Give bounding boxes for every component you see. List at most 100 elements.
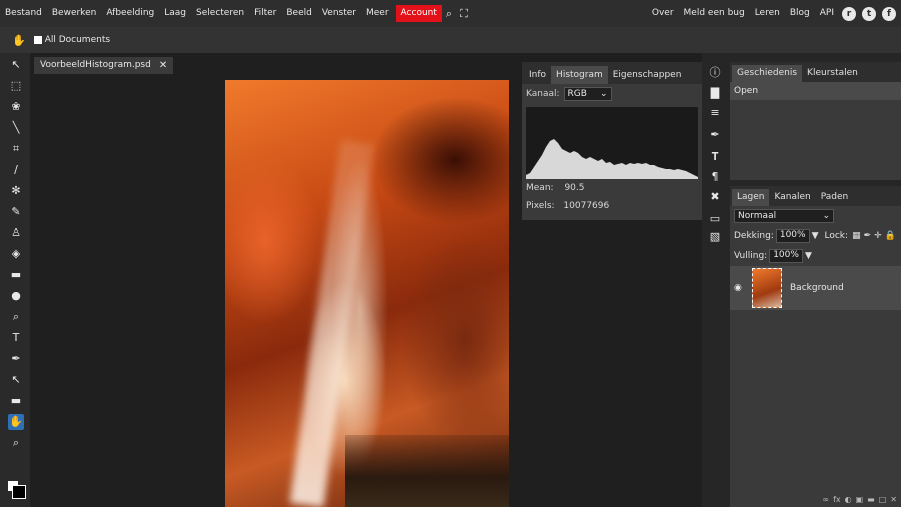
menu-afbeelding[interactable]: Afbeelding xyxy=(101,5,159,22)
mean-stat: Mean: 90.5 xyxy=(522,179,702,197)
document-tab[interactable]: VoorbeeldHistogram.psd ✕ xyxy=(34,57,174,74)
trash-icon[interactable]: ✕ xyxy=(890,495,897,504)
pen-tool-icon[interactable]: ✒ xyxy=(8,351,24,367)
type-tool-icon[interactable]: T xyxy=(8,330,24,346)
channel-select[interactable]: RGB ⌄ xyxy=(563,87,612,101)
path-select-tool-icon[interactable]: ↖ xyxy=(8,372,24,388)
opacity-input[interactable]: 100% xyxy=(775,229,810,243)
fill-input[interactable]: 100% xyxy=(769,249,803,263)
menu-blog[interactable]: Blog xyxy=(785,5,815,22)
menu-venster[interactable]: Venster xyxy=(317,5,361,22)
menu-bestand[interactable]: Bestand xyxy=(0,5,47,22)
histogram-curve xyxy=(526,139,698,179)
properties-icon[interactable]: ≡ xyxy=(707,105,723,121)
gradient-tool-icon[interactable]: ▬ xyxy=(8,267,24,283)
document-title: VoorbeeldHistogram.psd xyxy=(40,60,151,70)
menu-meld-bug[interactable]: Meld een bug xyxy=(679,5,750,22)
menu-api[interactable]: API xyxy=(815,5,839,22)
image-icon[interactable]: ▧ xyxy=(707,229,723,245)
crop-tool-icon[interactable]: ⌗ xyxy=(8,141,24,157)
lock-all-icon[interactable]: 🔒 xyxy=(885,231,896,241)
lock-move-icon[interactable]: ✛ xyxy=(874,231,882,241)
marquee-tool-icon[interactable]: ⬚ xyxy=(8,78,24,94)
dodge-tool-icon[interactable]: ⌕ xyxy=(8,309,24,325)
tab-eigenschappen[interactable]: Eigenschappen xyxy=(608,66,687,84)
blend-mode-select[interactable]: Normaal ⌄ xyxy=(734,209,834,223)
tab-paden[interactable]: Paden xyxy=(816,189,854,206)
lasso-tool-icon[interactable]: ❀ xyxy=(8,99,24,115)
canvas-image[interactable] xyxy=(225,80,509,507)
mean-value: 90.5 xyxy=(564,183,585,193)
shape-tool-icon[interactable]: ▬ xyxy=(8,393,24,409)
histogram-panel-tabs: Info Histogram Eigenschappen xyxy=(522,62,702,84)
facebook-icon[interactable]: f xyxy=(882,6,896,21)
tab-histogram[interactable]: Histogram xyxy=(551,66,608,84)
hand-tool-icon[interactable]: ✋ xyxy=(8,414,24,430)
menu-beeld[interactable]: Beeld xyxy=(281,5,316,22)
menu-bewerken[interactable]: Bewerken xyxy=(47,5,101,22)
brush-settings-icon[interactable]: ✒ xyxy=(707,127,723,143)
layer-name: Background xyxy=(790,283,844,293)
tab-geschiedenis[interactable]: Geschiedenis xyxy=(732,65,803,82)
tab-lagen[interactable]: Lagen xyxy=(732,189,770,206)
mean-label: Mean: xyxy=(526,183,554,193)
layer-row[interactable]: ◉ Background xyxy=(730,266,901,310)
folder-icon[interactable]: ▬ xyxy=(867,495,875,504)
character-icon[interactable]: 𝐓 xyxy=(707,149,723,165)
heal-tool-icon[interactable]: ✻ xyxy=(8,183,24,199)
lock-paint-icon[interactable]: ✒ xyxy=(864,231,872,241)
paragraph-icon[interactable]: ¶ xyxy=(707,169,723,185)
close-icon[interactable]: ✕ xyxy=(159,57,167,74)
menu-over[interactable]: Over xyxy=(647,5,679,22)
toolbar: ↖ ⬚ ❀ ╲ ⌗ ∕ ✻ ✎ ♙ ◈ ▬ ● ⌕ T ✒ ↖ ▬ ✋ ⌕ xyxy=(0,53,30,507)
zoom-tool-icon[interactable]: ⌕ xyxy=(8,435,24,451)
fill-label: Vulling: xyxy=(734,251,768,261)
tab-info[interactable]: Info xyxy=(524,66,551,84)
brush-tool-icon[interactable]: ✎ xyxy=(8,204,24,220)
tab-kleurstalen[interactable]: Kleurstalen xyxy=(802,65,863,82)
hand-tool-icon: ✋ xyxy=(12,33,26,47)
account-button[interactable]: Account xyxy=(395,5,442,22)
mask-icon[interactable]: ▣ xyxy=(856,495,864,504)
css-icon[interactable]: ▭ xyxy=(707,211,723,227)
history-panel-tabs: Geschiedenis Kleurstalen xyxy=(730,62,901,82)
all-documents-label: All Documents xyxy=(44,35,111,45)
lock-transparency-icon[interactable]: ▦ xyxy=(852,231,861,241)
history-item[interactable]: Open xyxy=(730,82,901,100)
tab-kanalen[interactable]: Kanalen xyxy=(769,189,815,206)
adjustment-icon[interactable]: ◐ xyxy=(845,495,852,504)
chevron-down-icon[interactable]: ▼ xyxy=(805,251,812,261)
reddit-icon[interactable]: r xyxy=(842,6,856,21)
channel-value: RGB xyxy=(567,89,587,99)
channel-label: Kanaal: xyxy=(526,89,560,99)
lock-label: Lock: xyxy=(824,231,849,241)
menu-meer[interactable]: Meer xyxy=(361,5,394,22)
menu-filter[interactable]: Filter xyxy=(249,5,281,22)
wand-tool-icon[interactable]: ╲ xyxy=(8,120,24,136)
menu-selecteren[interactable]: Selecteren xyxy=(191,5,249,22)
eyedropper-tool-icon[interactable]: ∕ xyxy=(8,162,24,178)
foreground-color-swatch[interactable] xyxy=(12,485,26,499)
pixels-label: Pixels: xyxy=(526,201,555,211)
channel-row: Kanaal: RGB ⌄ xyxy=(522,84,702,104)
move-tool-icon[interactable]: ↖ xyxy=(8,57,24,73)
menu-laag[interactable]: Laag xyxy=(159,5,191,22)
all-documents-checkbox[interactable] xyxy=(33,36,42,44)
chevron-down-icon[interactable]: ▼ xyxy=(812,231,819,241)
chevron-down-icon: ⌄ xyxy=(822,211,830,221)
eraser-tool-icon[interactable]: ◈ xyxy=(8,246,24,262)
blur-tool-icon[interactable]: ● xyxy=(8,288,24,304)
info-icon[interactable]: ⓘ xyxy=(707,65,723,81)
menu-leren[interactable]: Leren xyxy=(750,5,785,22)
fullscreen-icon[interactable]: ⛶ xyxy=(456,7,472,21)
stamp-tool-icon[interactable]: ♙ xyxy=(8,225,24,241)
layer-thumbnail xyxy=(752,268,782,308)
tools-icon[interactable]: ✖ xyxy=(707,189,723,205)
search-icon[interactable]: ⌕ xyxy=(442,7,456,21)
twitter-icon[interactable]: t xyxy=(862,6,876,21)
effects-icon[interactable]: fx xyxy=(833,495,841,504)
link-icon[interactable]: ∞ xyxy=(822,495,829,504)
new-layer-icon[interactable]: □ xyxy=(879,495,887,504)
histogram-icon[interactable]: ▇ xyxy=(707,85,723,101)
eye-icon[interactable]: ◉ xyxy=(734,283,748,293)
